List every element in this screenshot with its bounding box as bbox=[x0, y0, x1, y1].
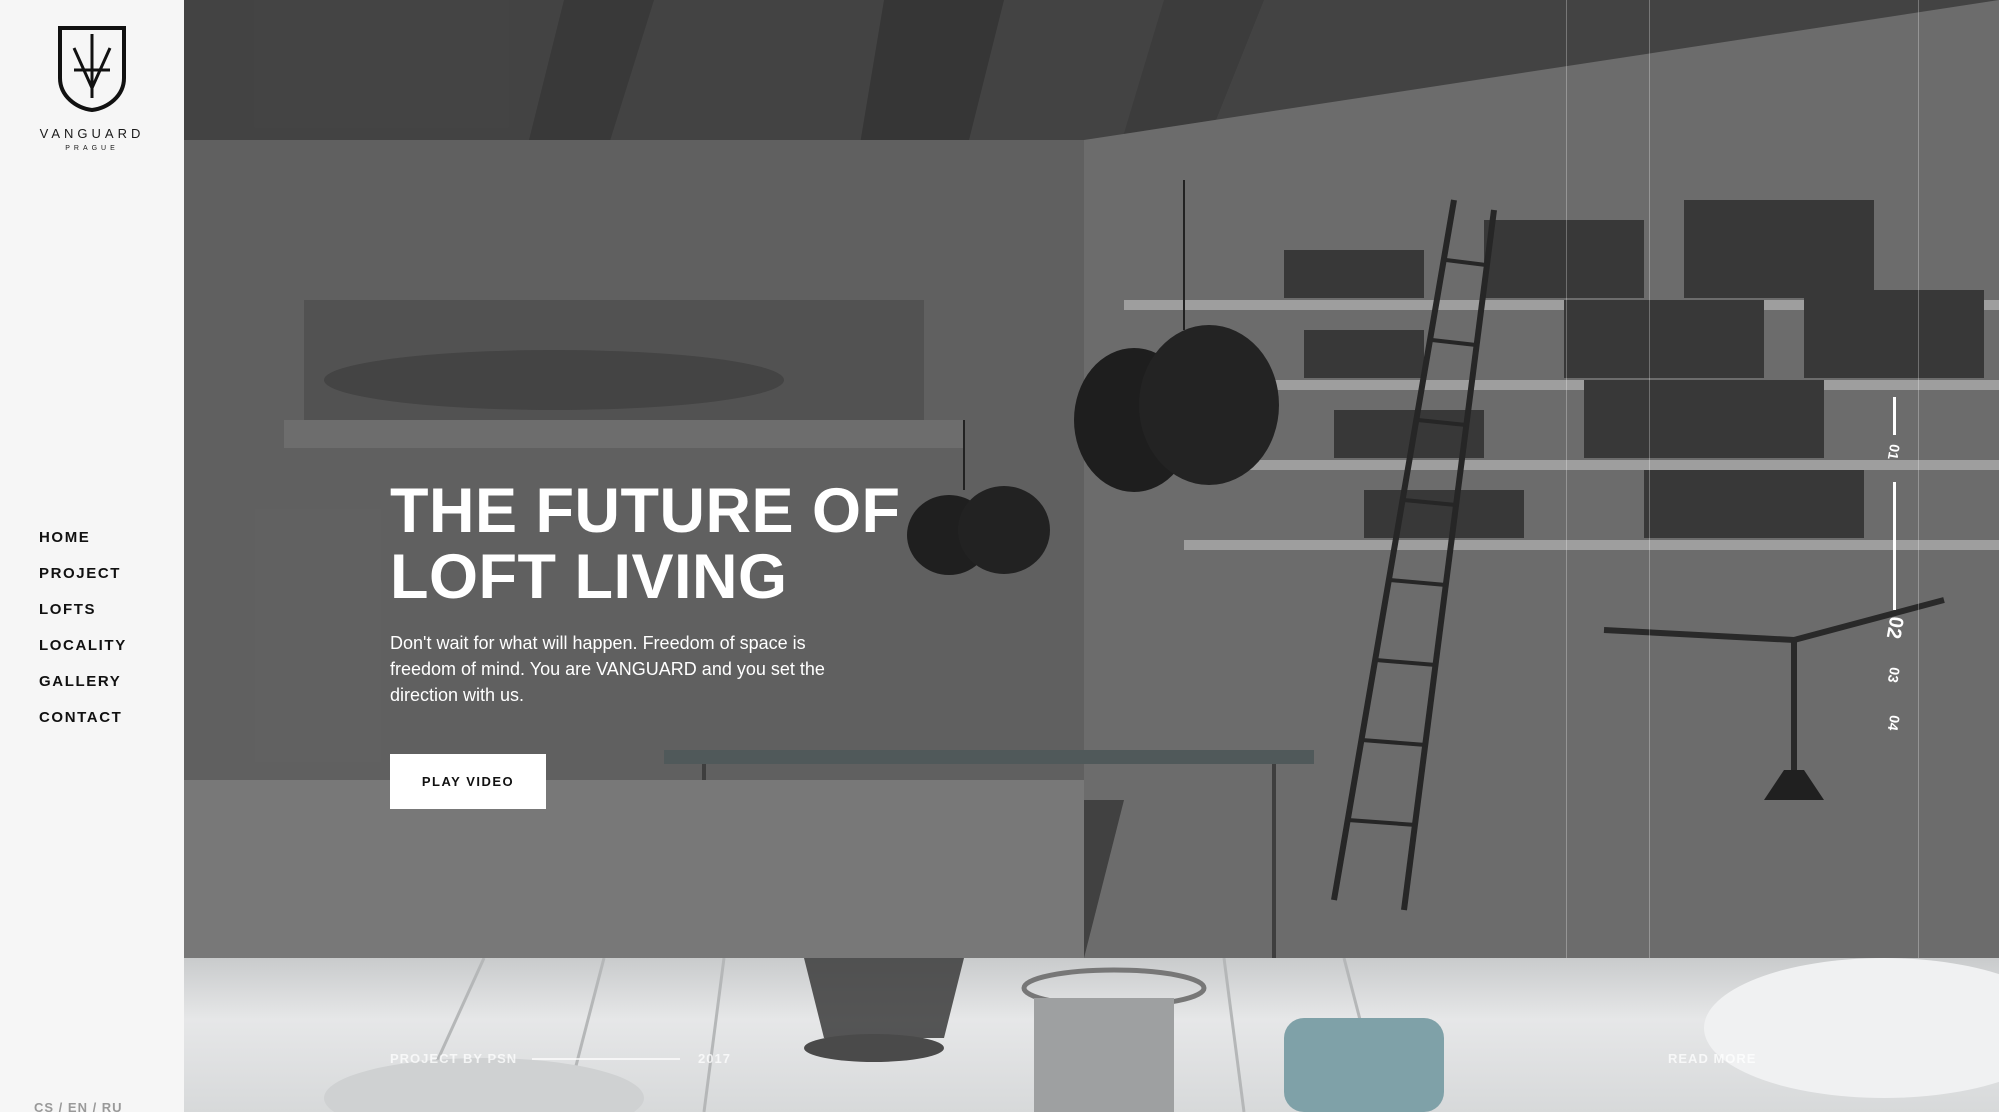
floor-detail-background-image bbox=[324, 958, 1999, 1112]
sidebar: VANGUARD PRAGUE HOME PROJECT LOFTS LOCAL… bbox=[0, 0, 184, 1112]
grid-line bbox=[1566, 0, 1567, 958]
language-switcher[interactable]: CS / EN / RU bbox=[34, 1100, 123, 1112]
hero-title: THE FUTURE OF LOFT LIVING bbox=[390, 478, 950, 610]
play-video-button[interactable]: PLAY VIDEO bbox=[390, 754, 546, 809]
main-nav: HOME PROJECT LOFTS LOCALITY GALLERY CONT… bbox=[39, 528, 127, 744]
slide-04[interactable]: 04 bbox=[1883, 702, 1906, 744]
slide-indicator: 01 02 03 04 bbox=[1874, 0, 1914, 958]
slide-indicator-progress bbox=[1893, 482, 1896, 610]
project-strip: PROJECT BY PSN 2017 READ MORE bbox=[184, 958, 1999, 1112]
logo[interactable]: VANGUARD PRAGUE bbox=[24, 26, 160, 152]
nav-item-contact[interactable]: CONTACT bbox=[39, 708, 127, 744]
nav-item-project[interactable]: PROJECT bbox=[39, 564, 127, 600]
nav-item-home[interactable]: HOME bbox=[39, 528, 127, 564]
hero-title-line-1: THE FUTURE OF bbox=[390, 476, 901, 546]
slide-03[interactable]: 03 bbox=[1883, 654, 1906, 696]
strip-divider-line bbox=[532, 1058, 680, 1060]
project-year: 2017 bbox=[698, 1051, 731, 1066]
nav-item-lofts[interactable]: LOFTS bbox=[39, 600, 127, 636]
nav-item-gallery[interactable]: GALLERY bbox=[39, 672, 127, 708]
hero-title-line-2: LOFT LIVING bbox=[390, 542, 788, 612]
grid-line bbox=[1918, 0, 1919, 958]
hero-section: THE FUTURE OF LOFT LIVING Don't wait for… bbox=[184, 0, 1999, 958]
brand-city: PRAGUE bbox=[65, 145, 119, 152]
slide-indicator-bar-top bbox=[1893, 397, 1896, 435]
slide-01[interactable]: 01 bbox=[1883, 431, 1906, 473]
read-more-link[interactable]: READ MORE bbox=[1668, 1051, 1756, 1066]
brand-name: VANGUARD bbox=[39, 126, 145, 141]
hero-description: Don't wait for what will happen. Freedom… bbox=[390, 633, 825, 705]
grid-line bbox=[1649, 0, 1650, 958]
project-by-label: PROJECT BY PSN bbox=[390, 1051, 518, 1066]
vanguard-shield-logo-icon bbox=[58, 26, 126, 112]
slide-02-active[interactable]: 02 bbox=[1879, 606, 1909, 649]
nav-item-locality[interactable]: LOCALITY bbox=[39, 636, 127, 672]
